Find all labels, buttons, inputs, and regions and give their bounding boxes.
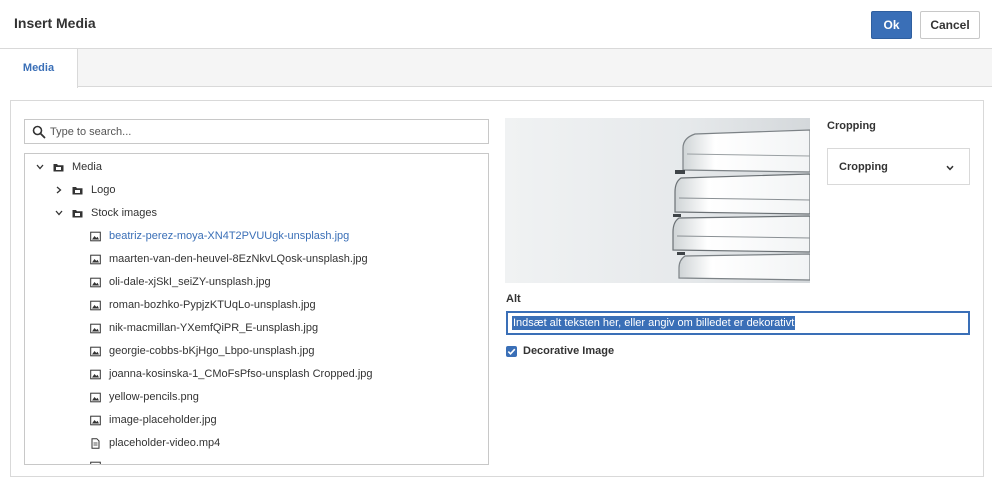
tree-file-label: image-placeholder.jpg xyxy=(109,414,217,426)
cropping-label: Cropping xyxy=(827,120,876,132)
tab-media[interactable]: Media xyxy=(0,49,78,88)
tree-file-label: nik-macmillan-YXemfQiPR_E-unsplash.jpg xyxy=(109,322,319,334)
tree-file-item-partial[interactable] xyxy=(90,457,109,464)
binders-photo xyxy=(505,118,810,283)
alt-label: Alt xyxy=(506,293,521,305)
tree-node-label: Logo xyxy=(91,184,116,196)
file-icon xyxy=(91,437,100,449)
image-icon xyxy=(90,461,101,464)
image-icon xyxy=(90,254,101,264)
cropping-select-value: Cropping xyxy=(839,161,888,173)
tree-file-item[interactable]: maarten-van-den-heuvel-8EzNkvLQosk-unspl… xyxy=(90,250,368,268)
image-icon xyxy=(90,415,101,425)
folder-icon xyxy=(72,209,83,217)
decorative-image-option[interactable]: Decorative Image xyxy=(506,345,614,357)
folder-icon xyxy=(72,186,83,194)
tree-file-item[interactable]: yellow-pencils.png xyxy=(90,388,199,406)
tree-file-label: placeholder-video.mp4 xyxy=(109,437,221,449)
cancel-button[interactable]: Cancel xyxy=(920,11,980,39)
tree-file-item[interactable]: joanna-kosinska-1_CMoFsPfso-unsplash Cro… xyxy=(90,365,373,383)
alt-text-value: Indsæt alt teksten her, eller angiv om b… xyxy=(512,316,796,330)
image-icon xyxy=(90,369,101,379)
tree-file-label: joanna-kosinska-1_CMoFsPfso-unsplash Cro… xyxy=(109,368,373,380)
tree-file-item[interactable]: georgie-cobbs-bKjHgo_Lbpo-unsplash.jpg xyxy=(90,342,314,360)
tree-node-label: Stock images xyxy=(91,207,158,219)
image-icon xyxy=(90,346,101,356)
checkmark-icon xyxy=(507,348,516,355)
media-tree[interactable]: Media Logo Stock images beatriz-perez-mo… xyxy=(24,153,489,465)
tree-file-label: georgie-cobbs-bKjHgo_Lbpo-unsplash.jpg xyxy=(109,345,315,357)
tree-file-label: roman-bozhko-PypjzKTUqLo-unsplash.jpg xyxy=(109,299,316,311)
search-input[interactable] xyxy=(50,123,480,141)
image-icon xyxy=(90,392,101,402)
chevron-down-icon[interactable] xyxy=(35,162,45,172)
decorative-image-label: Decorative Image xyxy=(523,345,615,357)
tree-node-media[interactable]: Media xyxy=(35,158,102,176)
tree-node-logo[interactable]: Logo xyxy=(54,181,115,199)
chevron-down-icon xyxy=(946,165,954,171)
dialog-title: Insert Media xyxy=(14,15,96,31)
cropping-select[interactable]: Cropping xyxy=(827,148,970,185)
tree-file-item[interactable]: beatriz-perez-moya-XN4T2PVUUgk-unsplash.… xyxy=(90,227,349,245)
chevron-right-icon[interactable] xyxy=(54,185,64,195)
image-icon xyxy=(90,277,101,287)
folder-icon xyxy=(53,163,64,171)
ok-button[interactable]: Ok xyxy=(871,11,912,39)
image-preview xyxy=(505,118,810,283)
tree-file-item[interactable]: placeholder-video.mp4 xyxy=(90,434,220,452)
tree-file-item[interactable]: image-placeholder.jpg xyxy=(90,411,217,429)
chevron-down-icon[interactable] xyxy=(54,208,64,218)
tree-file-label: yellow-pencils.png xyxy=(109,391,199,403)
decorative-image-checkbox[interactable] xyxy=(506,345,517,357)
alt-text-input[interactable]: Indsæt alt teksten her, eller angiv om b… xyxy=(506,311,970,335)
tree-file-label: maarten-van-den-heuvel-8EzNkvLQosk-unspl… xyxy=(109,253,368,265)
image-icon xyxy=(90,300,101,310)
tree-file-label: oli-dale-xjSkI_seiZY-unsplash.jpg xyxy=(109,276,271,288)
image-icon xyxy=(90,231,101,241)
dialog-header: Insert Media Ok Cancel xyxy=(0,0,992,49)
tab-bar: Media xyxy=(0,49,992,88)
search-icon xyxy=(32,125,46,139)
search-box[interactable] xyxy=(24,119,489,144)
tree-node-label: Media xyxy=(72,161,102,173)
image-icon xyxy=(90,323,101,333)
tree-file-item[interactable]: nik-macmillan-YXemfQiPR_E-unsplash.jpg xyxy=(90,319,318,337)
tree-file-item[interactable]: oli-dale-xjSkI_seiZY-unsplash.jpg xyxy=(90,273,271,291)
tree-node-stock-images[interactable]: Stock images xyxy=(54,204,157,222)
tree-file-item[interactable]: roman-bozhko-PypjzKTUqLo-unsplash.jpg xyxy=(90,296,316,314)
tree-file-label: beatriz-perez-moya-XN4T2PVUUgk-unsplash.… xyxy=(109,230,350,242)
